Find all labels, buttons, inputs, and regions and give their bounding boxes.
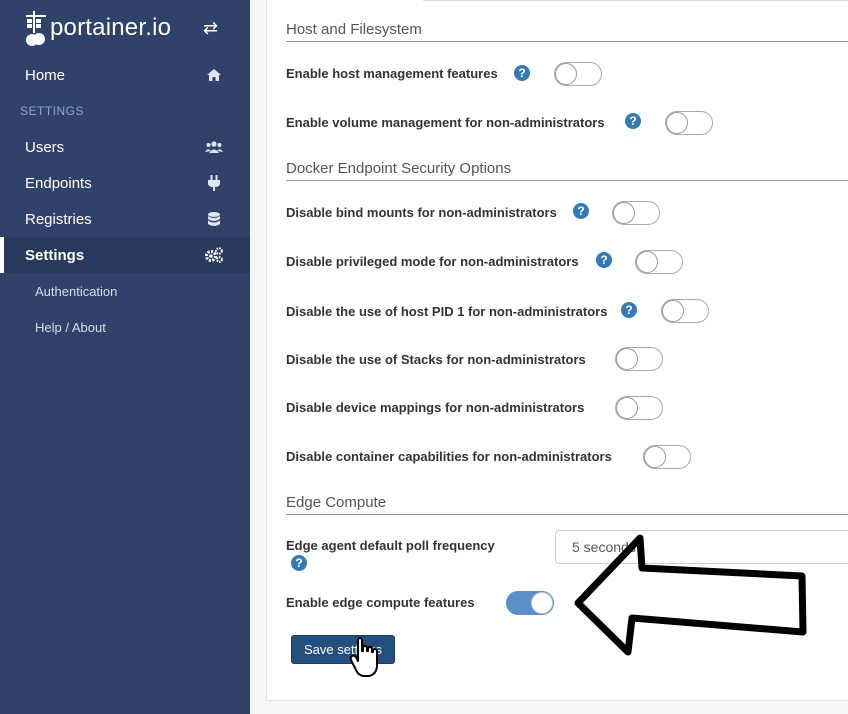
poll-frequency-label: Edge agent default poll frequency bbox=[286, 538, 495, 553]
sidebar-item-endpoints[interactable]: Endpoints bbox=[0, 165, 250, 201]
toggle-knob bbox=[616, 348, 638, 370]
logo-icon bbox=[26, 11, 46, 46]
sidebar-item-home[interactable]: Home bbox=[0, 57, 250, 93]
toggle-knob bbox=[666, 112, 688, 134]
toggle-knob bbox=[616, 397, 638, 419]
home-icon bbox=[204, 65, 224, 85]
help-icon[interactable]: ? bbox=[625, 113, 641, 129]
database-icon bbox=[204, 209, 224, 229]
panel-top-border bbox=[423, 0, 848, 1]
users-icon bbox=[204, 137, 224, 157]
device-mappings-label: Disable device mappings for non-administ… bbox=[286, 400, 585, 415]
edge-compute-toggle[interactable] bbox=[506, 591, 554, 615]
toggle-knob bbox=[531, 592, 553, 614]
sidebar-subitem-help-about[interactable]: Help / About bbox=[35, 320, 106, 335]
volume-management-label: Enable volume management for non-adminis… bbox=[286, 115, 605, 130]
bind-mounts-label: Disable bind mounts for non-administrato… bbox=[286, 205, 557, 220]
sidebar: portainer.io ⇄ Home SETTINGS Users Endpo… bbox=[0, 0, 250, 714]
volume-management-toggle[interactable] bbox=[665, 111, 713, 135]
help-icon[interactable]: ? bbox=[596, 252, 612, 268]
cogs-icon bbox=[204, 245, 224, 265]
section-title-edge-compute: Edge Compute bbox=[286, 494, 387, 511]
sidebar-item-label: Users bbox=[25, 138, 65, 156]
section-divider bbox=[286, 514, 848, 515]
sidebar-toggle-icon[interactable]: ⇄ bbox=[203, 18, 218, 39]
sidebar-item-label: Settings bbox=[25, 246, 85, 264]
help-icon[interactable]: ? bbox=[621, 302, 637, 318]
bind-mounts-toggle[interactable] bbox=[612, 201, 660, 225]
section-title-host-filesystem: Host and Filesystem bbox=[286, 21, 422, 38]
stacks-toggle[interactable] bbox=[615, 347, 663, 371]
host-pid-toggle[interactable] bbox=[661, 299, 709, 323]
toggle-knob bbox=[662, 300, 684, 322]
sidebar-item-users[interactable]: Users bbox=[0, 129, 250, 165]
stacks-label: Disable the use of Stacks for non-admini… bbox=[286, 352, 586, 367]
section-divider bbox=[286, 180, 848, 181]
active-indicator bbox=[0, 237, 4, 273]
section-divider bbox=[286, 41, 848, 42]
toggle-knob bbox=[613, 202, 635, 224]
sidebar-item-settings[interactable]: Settings bbox=[0, 237, 250, 273]
brand-name: portainer.io bbox=[50, 14, 172, 41]
help-icon[interactable]: ? bbox=[573, 203, 589, 219]
privileged-mode-label: Disable privileged mode for non-administ… bbox=[286, 254, 579, 269]
poll-frequency-select[interactable]: 5 seconds bbox=[555, 530, 848, 564]
device-mappings-toggle[interactable] bbox=[615, 396, 663, 420]
host-management-label: Enable host management features bbox=[286, 66, 498, 81]
container-capabilities-toggle[interactable] bbox=[643, 445, 691, 469]
toggle-knob bbox=[644, 446, 666, 468]
sidebar-section-settings: SETTINGS bbox=[20, 104, 85, 118]
help-icon[interactable]: ? bbox=[291, 555, 307, 571]
save-settings-button[interactable]: Save settings bbox=[291, 635, 395, 664]
help-icon[interactable]: ? bbox=[514, 65, 530, 81]
portainer-logo[interactable]: portainer.io bbox=[24, 6, 171, 50]
toggle-knob bbox=[636, 251, 658, 273]
toggle-knob bbox=[555, 63, 577, 85]
sidebar-subitem-authentication[interactable]: Authentication bbox=[35, 284, 117, 299]
sidebar-item-label: Endpoints bbox=[25, 174, 92, 192]
sidebar-item-registries[interactable]: Registries bbox=[0, 201, 250, 237]
host-pid-label: Disable the use of host PID 1 for non-ad… bbox=[286, 304, 608, 319]
plug-icon bbox=[204, 173, 224, 193]
privileged-mode-toggle[interactable] bbox=[635, 250, 683, 274]
host-management-toggle[interactable] bbox=[554, 62, 602, 86]
sidebar-item-label: Home bbox=[25, 66, 66, 84]
container-capabilities-label: Disable container capabilities for non-a… bbox=[286, 449, 612, 464]
sidebar-item-label: Registries bbox=[25, 210, 92, 228]
edge-compute-label: Enable edge compute features bbox=[286, 595, 475, 610]
section-title-docker-security: Docker Endpoint Security Options bbox=[286, 160, 512, 177]
